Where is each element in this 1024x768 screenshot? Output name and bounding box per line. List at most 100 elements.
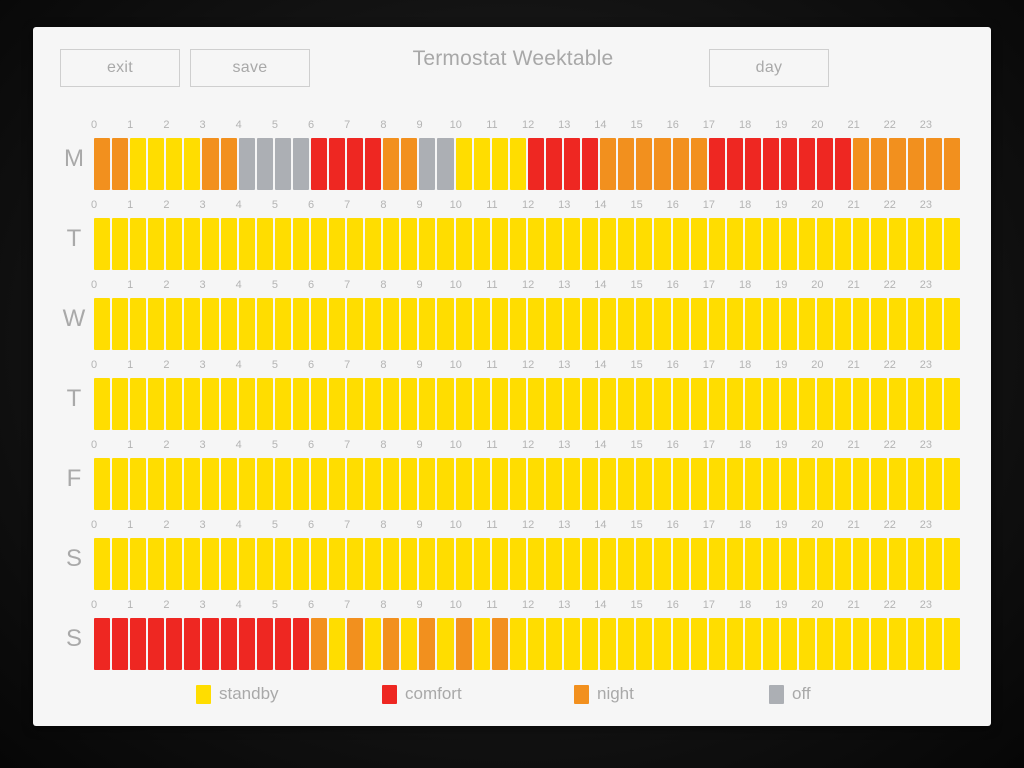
slot-cell[interactable] xyxy=(690,458,707,510)
slot-cell[interactable] xyxy=(455,378,472,430)
slot-cell[interactable] xyxy=(889,458,906,510)
slot-cell[interactable] xyxy=(726,538,743,590)
slot-cell[interactable] xyxy=(708,298,725,350)
slot-cell[interactable] xyxy=(202,458,219,510)
slot-cell[interactable] xyxy=(310,538,328,590)
slot-cell[interactable] xyxy=(292,458,309,510)
slot-cell[interactable] xyxy=(762,138,779,190)
slot-cell[interactable] xyxy=(347,138,364,190)
slot-cell[interactable] xyxy=(907,218,924,270)
slot-cell[interactable] xyxy=(799,618,816,670)
slot-cell[interactable] xyxy=(690,378,707,430)
slot-cell[interactable] xyxy=(726,218,743,270)
slot-cell[interactable] xyxy=(690,538,707,590)
slot-cell[interactable] xyxy=(726,618,743,670)
slot-cell[interactable] xyxy=(509,298,526,350)
slot-cell[interactable] xyxy=(835,298,852,350)
slot-cell[interactable] xyxy=(762,218,779,270)
slot-cell[interactable] xyxy=(943,298,960,350)
slot-cell[interactable] xyxy=(148,618,165,670)
slot-cell[interactable] xyxy=(853,538,870,590)
slot-cell[interactable] xyxy=(744,378,761,430)
slot-cell[interactable] xyxy=(817,458,834,510)
slot-cell[interactable] xyxy=(600,298,617,350)
slot-cell[interactable] xyxy=(654,298,671,350)
slot-cell[interactable] xyxy=(545,298,563,350)
slot-cell[interactable] xyxy=(184,378,201,430)
slot-cell[interactable] xyxy=(274,138,291,190)
slot-cell[interactable] xyxy=(780,138,798,190)
slot-cell[interactable] xyxy=(238,538,255,590)
slot-cell[interactable] xyxy=(329,618,346,670)
slot-cell[interactable] xyxy=(329,138,346,190)
slot-cell[interactable] xyxy=(347,458,364,510)
slot-cell[interactable] xyxy=(473,378,490,430)
slot-cell[interactable] xyxy=(94,138,111,190)
slot-cell[interactable] xyxy=(310,218,328,270)
slot-cell[interactable] xyxy=(329,458,346,510)
day-button[interactable]: day xyxy=(709,49,829,87)
slot-cell[interactable] xyxy=(871,138,888,190)
slot-cell[interactable] xyxy=(491,218,508,270)
slot-cell[interactable] xyxy=(654,218,671,270)
slot-cell[interactable] xyxy=(238,458,255,510)
slot-cell[interactable] xyxy=(94,298,111,350)
slot-cell[interactable] xyxy=(582,378,599,430)
slot-cell[interactable] xyxy=(672,218,689,270)
slot-cell[interactable] xyxy=(925,218,942,270)
slot-cell[interactable] xyxy=(527,618,544,670)
slot-cell[interactable] xyxy=(437,458,454,510)
slot-cell[interactable] xyxy=(310,378,328,430)
slot-cell[interactable] xyxy=(437,138,454,190)
slot-cell[interactable] xyxy=(329,378,346,430)
slot-cell[interactable] xyxy=(636,218,653,270)
slot-cell[interactable] xyxy=(148,538,165,590)
slot-cell[interactable] xyxy=(835,618,852,670)
slot-cell[interactable] xyxy=(329,538,346,590)
slot-cell[interactable] xyxy=(112,618,129,670)
slot-cell[interactable] xyxy=(184,138,201,190)
slot-cell[interactable] xyxy=(202,218,219,270)
slot-cell[interactable] xyxy=(582,538,599,590)
slot-cell[interactable] xyxy=(799,298,816,350)
slot-cell[interactable] xyxy=(943,618,960,670)
slot-cell[interactable] xyxy=(383,458,400,510)
slot-cell[interactable] xyxy=(925,538,942,590)
slot-cell[interactable] xyxy=(672,458,689,510)
slot-cell[interactable] xyxy=(744,218,761,270)
slot-cell[interactable] xyxy=(292,378,309,430)
slot-cell[interactable] xyxy=(256,378,273,430)
slot-cell[interactable] xyxy=(94,458,111,510)
slot-cell[interactable] xyxy=(329,298,346,350)
slot-cell[interactable] xyxy=(202,618,219,670)
slot-cell[interactable] xyxy=(780,538,798,590)
slot-cell[interactable] xyxy=(166,618,183,670)
slot-cell[interactable] xyxy=(762,618,779,670)
slot-cell[interactable] xyxy=(292,538,309,590)
slot-cell[interactable] xyxy=(491,618,508,670)
save-button[interactable]: save xyxy=(190,49,310,87)
slot-cell[interactable] xyxy=(220,218,237,270)
slot-cell[interactable] xyxy=(166,538,183,590)
slot-cell[interactable] xyxy=(636,458,653,510)
slot-cell[interactable] xyxy=(907,378,924,430)
slot-cell[interactable] xyxy=(636,378,653,430)
slot-cell[interactable] xyxy=(708,218,725,270)
slot-cell[interactable] xyxy=(799,218,816,270)
slot-cell[interactable] xyxy=(437,298,454,350)
slot-cell[interactable] xyxy=(744,618,761,670)
slot-cell[interactable] xyxy=(871,298,888,350)
slot-cell[interactable] xyxy=(509,218,526,270)
slot-cell[interactable] xyxy=(889,218,906,270)
slot-cell[interactable] xyxy=(148,458,165,510)
slot-cell[interactable] xyxy=(365,538,382,590)
slot-cell[interactable] xyxy=(401,618,418,670)
slot-cell[interactable] xyxy=(672,618,689,670)
slot-cell[interactable] xyxy=(437,618,454,670)
slot-cell[interactable] xyxy=(817,298,834,350)
slot-cell[interactable] xyxy=(545,458,563,510)
slot-cell[interactable] xyxy=(799,538,816,590)
slot-cell[interactable] xyxy=(564,458,581,510)
slot-cell[interactable] xyxy=(527,378,544,430)
slot-cell[interactable] xyxy=(744,138,761,190)
